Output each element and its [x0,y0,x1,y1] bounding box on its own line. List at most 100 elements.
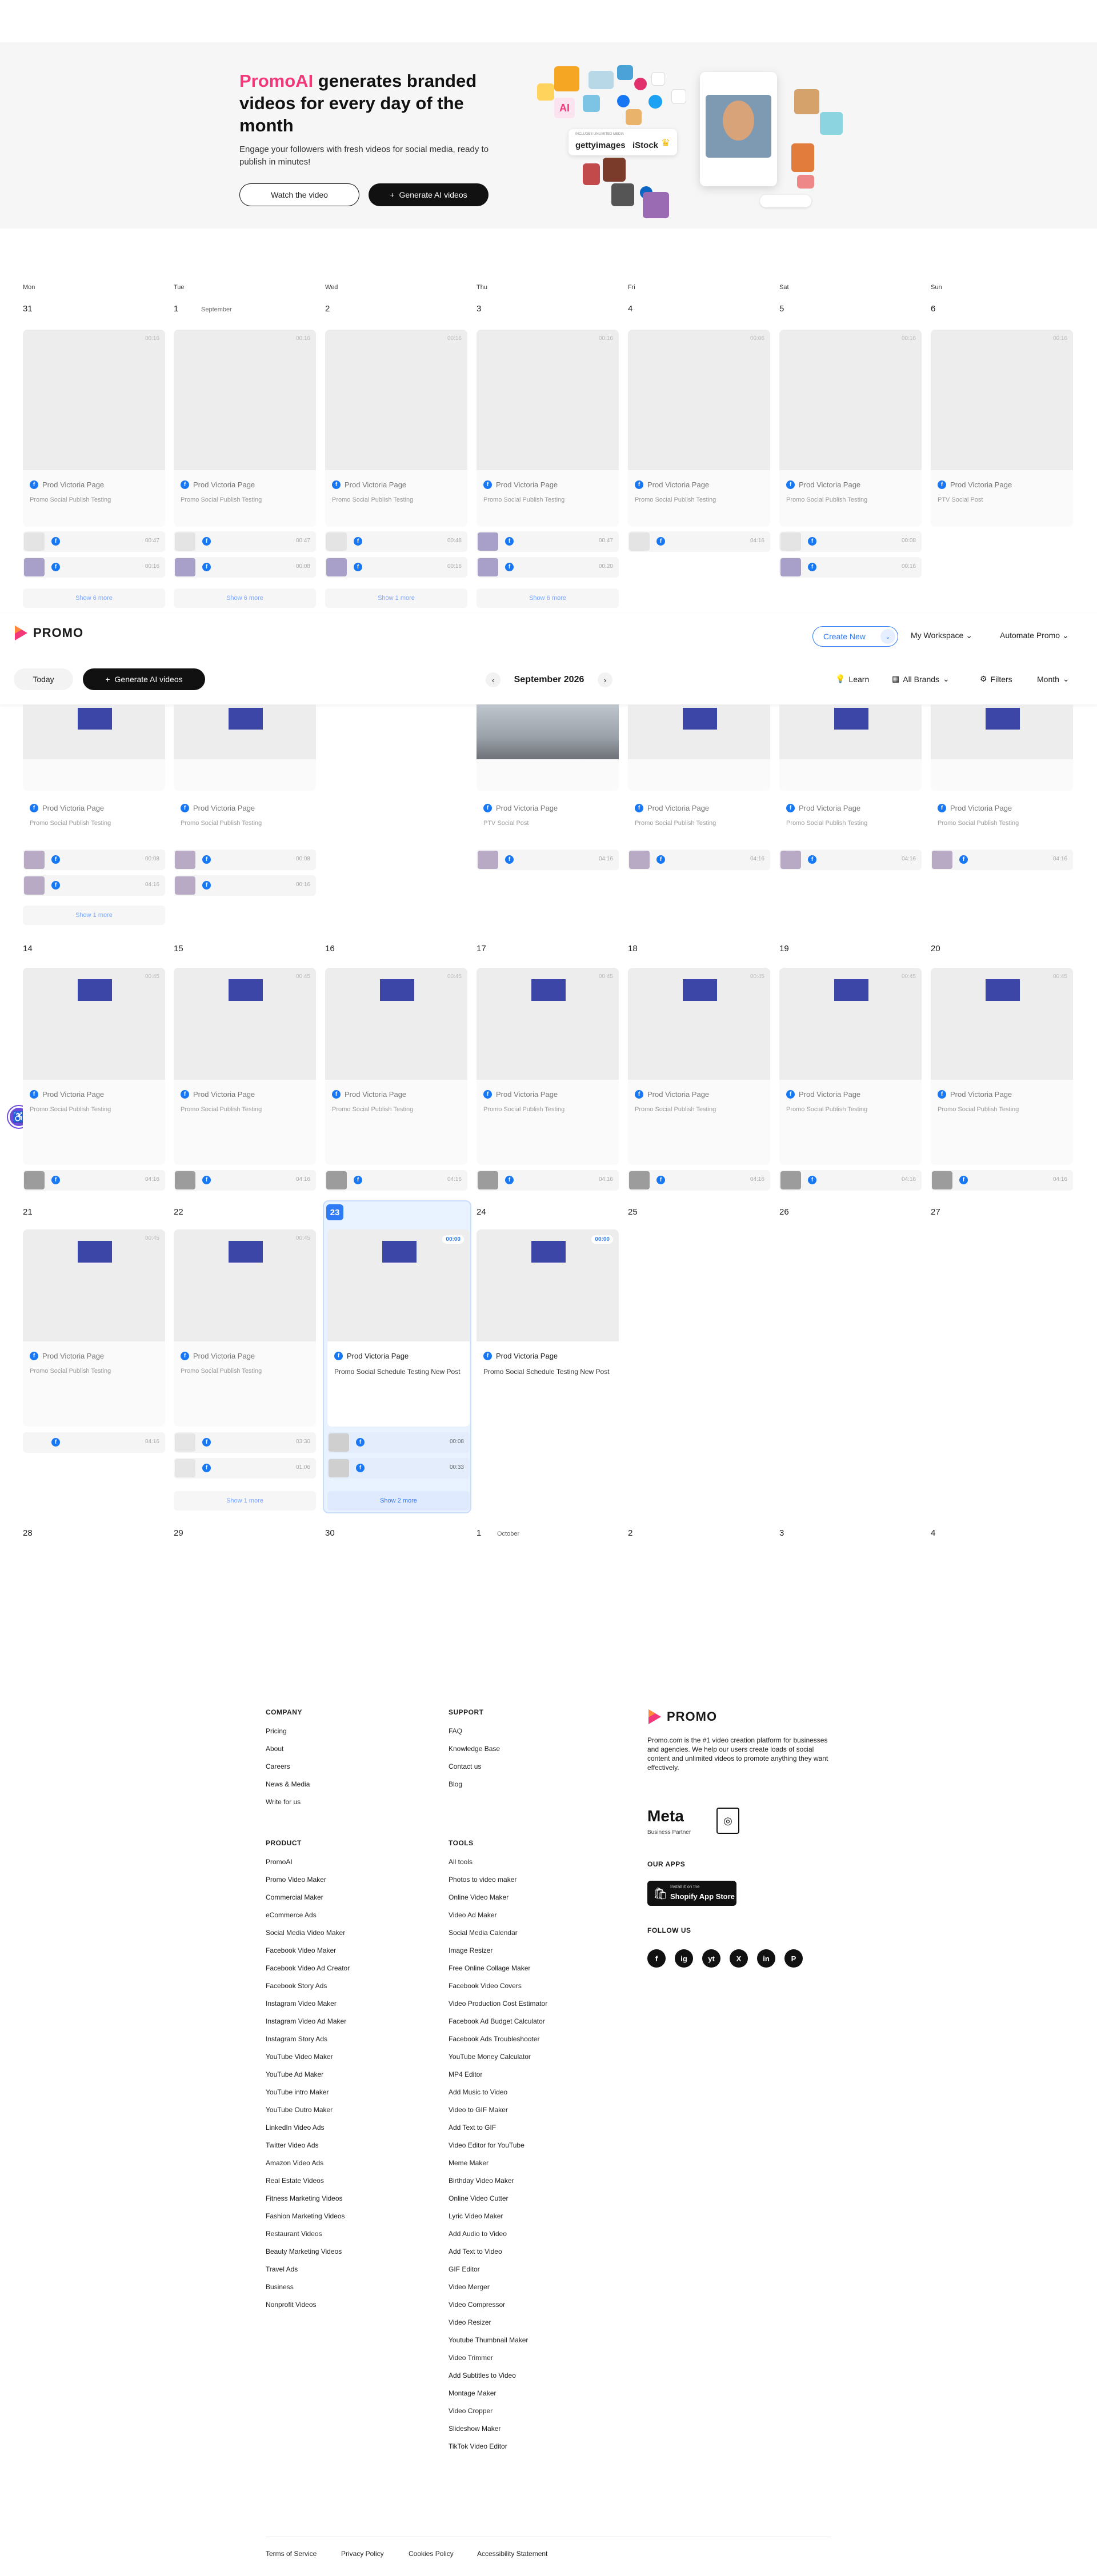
today-button[interactable]: Today [14,668,73,690]
linkedin-icon[interactable]: in [757,1949,775,1968]
video-thumbnail[interactable] [174,1229,316,1341]
show-more-button[interactable]: Show 1 more [23,906,165,925]
post-card[interactable]: 00:45 f Prod Victoria Page Promo Social Pub… [779,968,922,1165]
scheduled-post-row[interactable]: f 04:16 [477,850,619,870]
show-more-button[interactable]: Show 2 more [327,1491,470,1511]
facebook-icon[interactable]: f [647,1949,666,1968]
previous-month-button[interactable]: ‹ [486,672,501,687]
all-brands-dropdown[interactable]: ▦ All Brands ⌄ [892,674,950,684]
post-card[interactable]: f Prod Victoria Page Promo Social Publish … [931,704,1073,827]
scheduled-post-row[interactable]: f 00:16 [174,875,316,896]
footer-link[interactable]: Promo Video Maker [266,1875,350,1893]
filters-button[interactable]: ⚙ Filters [980,674,1012,684]
scheduled-post-row[interactable]: f 04:16 [628,850,770,870]
scheduled-post-row[interactable]: f 04:16 [23,875,165,896]
video-thumbnail[interactable] [628,704,770,759]
footer-link[interactable]: MP4 Editor [449,2070,547,2088]
footer-link[interactable]: Real Estate Videos [266,2176,350,2194]
post-card[interactable]: 00:45 f Prod Victoria Page Promo Social Pub… [23,968,165,1165]
show-more-button[interactable]: Show 6 more [23,588,165,608]
scheduled-post-row[interactable]: f 00:48 [325,531,467,552]
footer-link[interactable]: Twitter Video Ads [266,2141,350,2158]
video-thumbnail[interactable] [628,330,770,470]
scheduled-post-row[interactable]: f 00:16 [779,557,922,578]
post-card[interactable]: 00:16 f Prod Victoria Page Promo Social Pub… [477,330,619,527]
footer-link[interactable]: PromoAI [266,1857,350,1875]
automate-promo-menu[interactable]: Automate Promo ⌄ [1000,631,1069,640]
video-thumbnail[interactable] [477,968,619,1080]
footer-link[interactable]: FAQ [449,1726,500,1744]
footer-link[interactable]: Commercial Maker [266,1893,350,1910]
footer-link[interactable]: Restaurant Videos [266,2229,350,2247]
footer-link[interactable]: Business [266,2282,350,2300]
scheduled-post-row[interactable]: f 00:16 [23,557,165,578]
scheduled-post-row[interactable]: f 01:06 [174,1458,316,1479]
post-card[interactable]: f Prod Victoria Page Promo Social Publish … [628,704,770,827]
video-thumbnail[interactable] [23,968,165,1080]
video-thumbnail[interactable] [628,968,770,1080]
video-thumbnail[interactable] [477,1229,619,1341]
footer-link[interactable]: YouTube Money Calculator [449,2052,547,2070]
legal-link[interactable]: Privacy Policy [341,2550,384,2558]
scheduled-post-row[interactable]: f 04:16 [931,1170,1073,1191]
scheduled-post-row[interactable]: f 04:16 [628,531,770,552]
footer-link[interactable]: Instagram Video Ad Maker [266,2017,350,2034]
watch-video-button[interactable]: Watch the video [239,183,359,206]
footer-link[interactable]: Add Audio to Video [449,2229,547,2247]
footer-link[interactable]: Careers [266,1762,310,1780]
scheduled-post-row[interactable]: f 03:30 [174,1432,316,1453]
scheduled-post-row[interactable]: f 00:47 [477,531,619,552]
show-more-button[interactable]: Show 6 more [477,588,619,608]
footer-link[interactable]: Blog [449,1780,500,1797]
scheduled-post-row[interactable]: f 00:16 [325,557,467,578]
video-thumbnail[interactable] [931,704,1073,759]
footer-link[interactable]: Video Trimmer [449,2353,547,2371]
post-card[interactable]: f Prod Victoria Page Promo Social Publish … [779,704,922,827]
post-card[interactable]: 00:16 f Prod Victoria Page PTV Social Post [931,330,1073,527]
video-thumbnail[interactable] [779,968,922,1080]
video-thumbnail[interactable] [779,704,922,759]
post-card[interactable]: 00:16 f Prod Victoria Page Promo Social Pub… [325,330,467,527]
post-card[interactable]: 00:00 f Prod Victoria Page Promo Social Sch… [477,1229,619,1427]
scheduled-post-row[interactable]: f 00:08 [174,557,316,578]
footer-link[interactable]: Online Video Maker [449,1893,547,1910]
video-thumbnail[interactable] [477,330,619,470]
footer-promo-logo[interactable]: PROMO [647,1708,717,1725]
video-thumbnail[interactable] [327,1229,470,1341]
footer-link[interactable]: YouTube Outro Maker [266,2105,350,2123]
show-more-button[interactable]: Show 6 more [174,588,316,608]
chevron-down-icon[interactable]: ⌄ [880,629,895,644]
video-thumbnail[interactable] [23,704,165,759]
footer-link[interactable]: Facebook Video Ad Creator [266,1964,350,1981]
scheduled-post-row[interactable]: f 04:16 [628,1170,770,1191]
x-icon[interactable]: X [730,1949,748,1968]
today-date-badge[interactable]: 23 [326,1204,343,1220]
footer-link[interactable]: Youtube Thumbnail Maker [449,2335,547,2353]
scheduled-post-row[interactable]: f 04:16 [477,1170,619,1191]
footer-link[interactable]: Amazon Video Ads [266,2158,350,2176]
footer-link[interactable]: News & Media [266,1780,310,1797]
legal-link[interactable]: Cookies Policy [409,2550,454,2558]
video-thumbnail[interactable] [325,330,467,470]
video-thumbnail[interactable] [23,1229,165,1341]
footer-link[interactable]: Pricing [266,1726,310,1744]
footer-link[interactable]: Facebook Story Ads [266,1981,350,1999]
footer-link[interactable]: Birthday Video Maker [449,2176,547,2194]
footer-link[interactable]: YouTube intro Maker [266,2088,350,2105]
footer-link[interactable]: Fitness Marketing Videos [266,2194,350,2212]
video-thumbnail[interactable] [174,330,316,470]
scheduled-post-row[interactable]: f 00:20 [477,557,619,578]
my-workspace-menu[interactable]: My Workspace ⌄ [911,631,972,640]
post-card[interactable]: 00:45 f Prod Victoria Page Promo Social Pub… [174,1229,316,1427]
create-new-button[interactable]: Create New ⌄ [812,626,898,647]
video-thumbnail[interactable] [931,330,1073,470]
footer-link[interactable]: Image Resizer [449,1946,547,1964]
post-card[interactable]: 00:45 f Prod Victoria Page Promo Social Pub… [628,968,770,1165]
scheduled-post-row[interactable]: f 04:16 [931,850,1073,870]
post-card[interactable]: 00:45 f Prod Victoria Page Promo Social Pub… [931,968,1073,1165]
footer-link[interactable]: Video Compressor [449,2300,547,2318]
youtube-icon[interactable]: yt [702,1949,720,1968]
post-card[interactable]: f Prod Victoria Page PTV Social Post [477,704,619,827]
footer-link[interactable]: TikTok Video Editor [449,2442,547,2459]
footer-link[interactable]: Add Text to GIF [449,2123,547,2141]
